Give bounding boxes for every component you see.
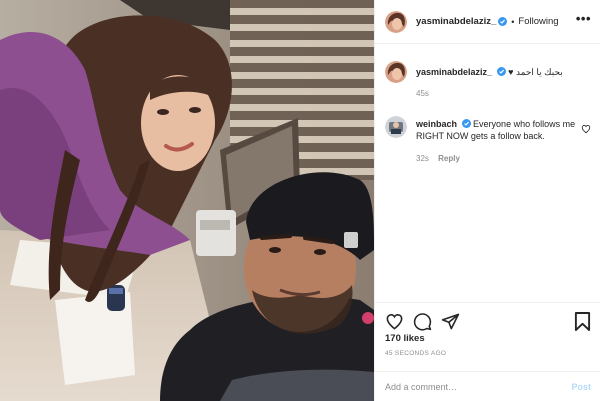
verified-badge-icon <box>496 67 506 76</box>
verified-badge-icon <box>498 17 508 26</box>
avatar[interactable] <box>385 116 407 138</box>
comment-icon[interactable] <box>413 312 432 331</box>
avatar[interactable] <box>385 61 407 83</box>
reply-button[interactable]: Reply <box>438 154 460 163</box>
comment-username[interactable]: weinbach <box>416 119 457 129</box>
bookmark-icon[interactable] <box>574 312 591 331</box>
comment-time[interactable]: 32s <box>416 154 429 163</box>
comment-input[interactable] <box>385 381 572 392</box>
header-username[interactable]: yasminabdelaziz_ <box>416 16 496 27</box>
add-comment-bar: Post <box>375 371 600 401</box>
share-icon[interactable] <box>441 312 460 331</box>
caption-comment: yasminabdelaziz_ ♥ بحبك يا احمد 45s <box>385 61 591 100</box>
post-button[interactable]: Post <box>571 382 591 392</box>
avatar[interactable] <box>385 10 407 33</box>
post-photo[interactable] <box>0 0 374 401</box>
comment-username[interactable]: yasminabdelaziz_ <box>416 67 492 77</box>
selfie-image <box>0 0 374 401</box>
header-separator: • <box>511 16 515 27</box>
more-horizontal-icon[interactable]: ••• <box>576 12 591 25</box>
post-header: yasminabdelaziz_ • Following ••• <box>375 0 600 44</box>
heart-icon[interactable] <box>385 312 404 331</box>
comment-text: ♥ بحبك يا احمد <box>508 67 563 77</box>
like-comment-heart-icon[interactable] <box>581 124 591 134</box>
comment-list: yasminabdelaziz_ ♥ بحبك يا احمد 45s wein… <box>375 44 600 302</box>
following-button[interactable]: Following <box>518 16 558 27</box>
like-count[interactable]: 170 likes <box>385 333 425 344</box>
comment-item: weinbach Everyone who follows me RIGHT N… <box>385 116 591 165</box>
verified-badge-icon <box>461 119 471 128</box>
post-sidebar: yasminabdelaziz_ • Following ••• yasmina… <box>374 0 600 401</box>
comment-time[interactable]: 45s <box>416 89 429 98</box>
post-timestamp: 45 SECONDS AGO <box>385 350 447 357</box>
